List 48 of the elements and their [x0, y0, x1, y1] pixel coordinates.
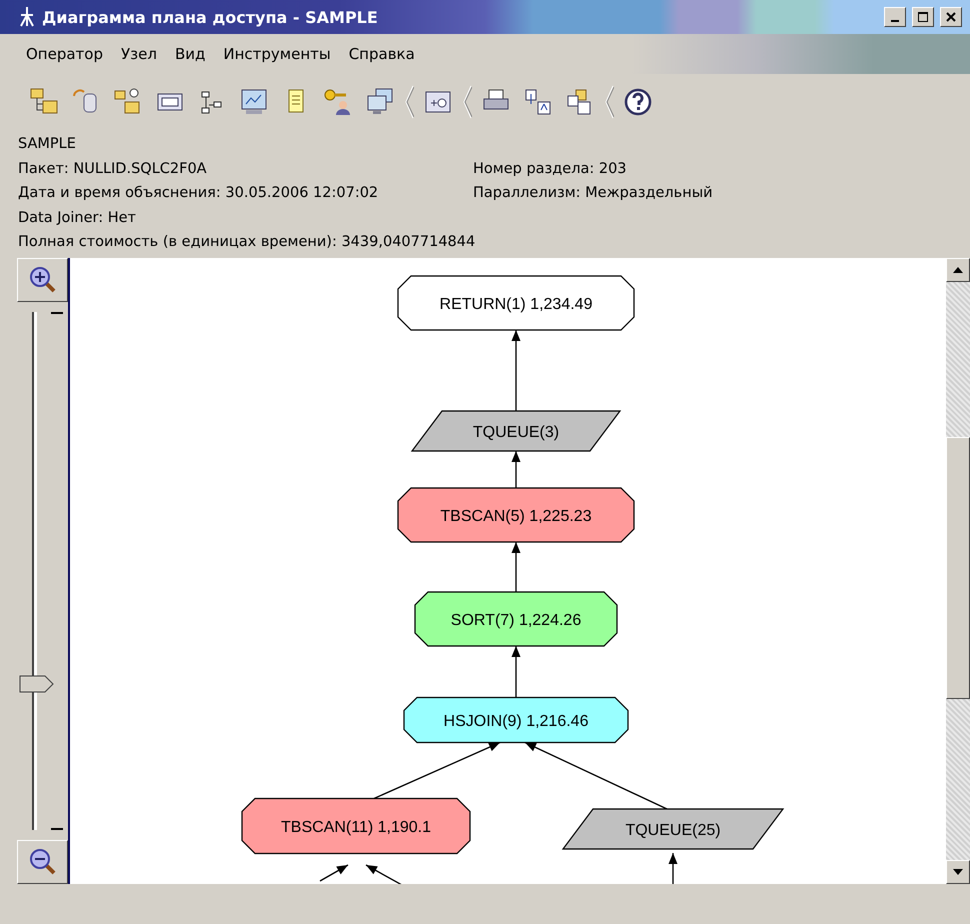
- toolbar-grip-icon: [462, 84, 472, 120]
- database-name: SAMPLE: [18, 135, 77, 154]
- zoom-out-icon: [28, 848, 56, 876]
- menu-item[interactable]: Вид: [166, 45, 216, 63]
- minimize-button[interactable]: [884, 7, 906, 27]
- up-arrow-icon: [953, 266, 963, 272]
- maximize-icon: [917, 11, 929, 23]
- maximize-button[interactable]: [912, 7, 934, 27]
- zoom-in-button[interactable]: [17, 258, 68, 302]
- vertical-scrollbar[interactable]: [946, 258, 970, 884]
- close-icon: [945, 11, 957, 23]
- edge-arrow: [512, 646, 520, 697]
- app-icon: [18, 6, 36, 28]
- info-text: Параллелизм: Межраздельный: [473, 184, 714, 203]
- help-icon: [622, 86, 654, 118]
- scroll-down-button[interactable]: [946, 860, 970, 884]
- plan-node[interactable]: TBSCAN(11) 1,190.1: [241, 797, 471, 854]
- plan-node[interactable]: SORT(7) 1,224.26: [414, 590, 618, 646]
- minimize-icon: [891, 20, 899, 22]
- edge-arrow: [512, 450, 520, 488]
- edge-arrow: [320, 864, 348, 882]
- edge-arrow: [366, 864, 402, 884]
- down-arrow-icon: [953, 868, 963, 874]
- toolbar-grip-icon: [404, 84, 414, 120]
- info-text: Пакет: NULLID.SQLC2F0A: [18, 160, 208, 178]
- info-text: Полная стоимость (в единицах времени): 3439,0407714844: [18, 233, 473, 252]
- zoom-out-button[interactable]: [17, 840, 68, 884]
- edge-arrow: [668, 852, 678, 884]
- slider-thumb[interactable]: [19, 675, 55, 694]
- menu-item[interactable]: Оператор: [18, 45, 113, 63]
- info-text: Дата и время объяснения: 30.05.2006 12:07:02: [18, 184, 380, 203]
- toolbar-grip-icon: [604, 84, 614, 120]
- close-button[interactable]: [940, 7, 962, 27]
- plan-node[interactable]: TQUEUE(25): [562, 808, 784, 850]
- edge-arrow: [512, 542, 520, 592]
- info-text: Номер раздела: 203: [473, 160, 628, 178]
- menu-item[interactable]: Справка: [340, 45, 425, 63]
- scroll-thumb[interactable]: [946, 436, 970, 698]
- window-title: Диаграмма плана доступа - SAMPLE: [42, 8, 379, 26]
- zoom-in-icon: [28, 266, 56, 294]
- menu-item[interactable]: Узел: [113, 45, 167, 63]
- scroll-up-button[interactable]: [946, 258, 970, 282]
- plan-node[interactable]: TQUEUE(3): [410, 410, 622, 452]
- menu-item[interactable]: Инструменты: [215, 45, 341, 63]
- plan-node[interactable]: HSJOIN(9) 1,216.46: [403, 696, 629, 743]
- plan-node[interactable]: RETURN(1) 1,234.49: [397, 274, 635, 330]
- plan-node[interactable]: TBSCAN(5) 1,225.23: [397, 486, 635, 542]
- info-text: Data Joiner: Нет: [18, 208, 137, 228]
